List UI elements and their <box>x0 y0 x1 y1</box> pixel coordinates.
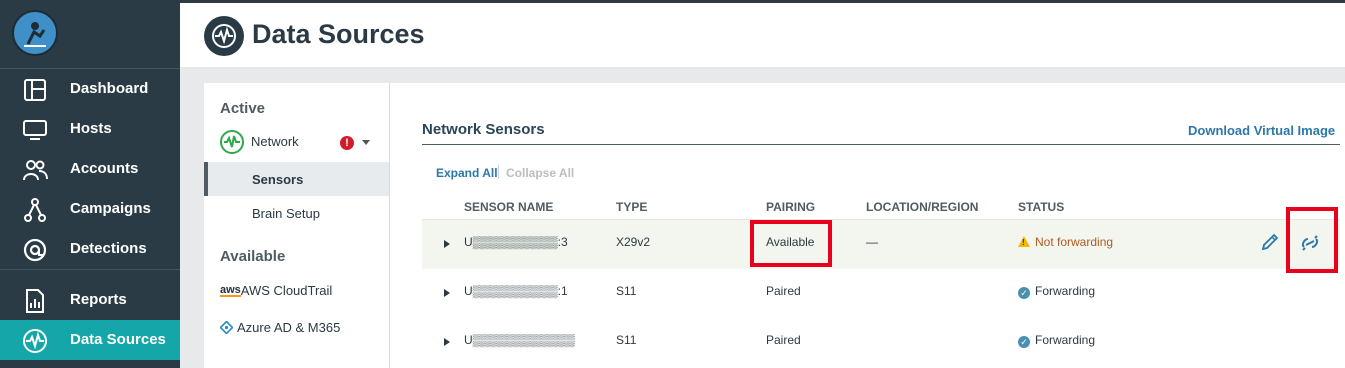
table-row[interactable]: U▒▒▒▒▒▒▒▒▒▒:3 X29v2 Available — ! Not for… <box>422 219 1340 269</box>
sidebar-item-hosts[interactable]: Hosts <box>0 109 180 149</box>
sidebar-item-label: Dashboard <box>70 80 149 97</box>
users-icon <box>23 160 48 181</box>
table-row[interactable]: U▒▒▒▒▒▒▒▒▒▒▒▒ S11 Paired ✓ Forwarding <box>422 318 1340 367</box>
sidebar-item-data-sources[interactable]: Data Sources <box>0 320 180 360</box>
alert-icon: ! <box>340 136 354 150</box>
status-text: Forwarding <box>1035 284 1096 298</box>
pulse-icon <box>204 16 244 56</box>
sidebar-item-label: Accounts <box>70 160 139 177</box>
sidebar-item-detections[interactable]: Detections <box>0 229 180 269</box>
available-item-label: Azure AD & M365 <box>237 320 341 335</box>
sensor-name: U▒▒▒▒▒▒▒▒▒▒▒▒ <box>464 333 575 347</box>
azure-icon <box>219 320 234 335</box>
expand-row-icon[interactable] <box>444 240 450 248</box>
available-item-azure[interactable]: Azure AD & M365 <box>219 320 341 340</box>
network-label: Network <box>251 134 299 149</box>
sidebar-item-label: Campaigns <box>70 200 151 217</box>
edit-pencil-icon[interactable] <box>1260 232 1280 252</box>
active-section-title: Active <box>220 100 266 117</box>
pairing-highlight-box <box>750 220 832 267</box>
status-text: Not forwarding <box>1035 235 1114 249</box>
table-row[interactable]: U▒▒▒▒▒▒▒▒▒▒:1 S11 Paired ✓ Forwarding <box>422 269 1340 318</box>
link-separator <box>498 165 499 179</box>
sidebar: Dashboard Hosts Accounts Campaigns Detec… <box>0 0 180 368</box>
sidebar-divider <box>0 269 180 270</box>
collapse-all-link: Collapse All <box>506 166 575 180</box>
status-value: ✓ Forwarding <box>1018 333 1095 348</box>
sensor-type: S11 <box>616 333 637 347</box>
expand-row-icon[interactable] <box>444 338 450 346</box>
check-circle-icon: ✓ <box>1018 287 1030 299</box>
network-item[interactable]: Network ! <box>204 123 389 161</box>
expand-row-icon[interactable] <box>444 289 450 297</box>
page-header: Data Sources <box>180 3 1345 67</box>
warning-icon: ! <box>1018 236 1030 247</box>
column-header-sensor-name[interactable]: SENSOR NAME <box>464 200 553 214</box>
available-item-label: AWS CloudTrail <box>240 283 333 298</box>
sidebar-item-label: Reports <box>70 291 127 308</box>
sidebar-item-label: Detections <box>70 240 147 257</box>
sensor-name: U▒▒▒▒▒▒▒▒▒▒:1 <box>464 284 568 298</box>
check-circle-icon: ✓ <box>1018 336 1030 348</box>
expand-all-link[interactable]: Expand All <box>436 166 498 180</box>
section-divider <box>422 144 1340 145</box>
app-logo[interactable] <box>12 10 58 56</box>
pair-button-highlight-box <box>1286 207 1338 273</box>
column-header-status[interactable]: STATUS <box>1018 200 1064 214</box>
status-value: ! Not forwarding <box>1018 235 1113 249</box>
column-header-location-region[interactable]: LOCATION/REGION <box>866 200 978 214</box>
subnav-item-sensors[interactable]: Sensors <box>204 162 389 196</box>
data-sources-subnav: Active Network ! Sensors Brain Setup Ava… <box>204 83 390 368</box>
status-text: Forwarding <box>1035 333 1096 347</box>
sensor-type: X29v2 <box>616 235 651 249</box>
sidebar-item-campaigns[interactable]: Campaigns <box>0 189 180 229</box>
network-pulse-icon <box>220 130 244 154</box>
detections-icon <box>23 238 47 262</box>
network-sensors-panel: Network Sensors Download Virtual Image E… <box>390 83 1345 368</box>
location-value: — <box>866 235 878 249</box>
available-item-aws-cloudtrail[interactable]: awsAWS CloudTrail <box>220 283 332 303</box>
sidebar-item-accounts[interactable]: Accounts <box>0 149 180 189</box>
logo-area <box>0 0 180 69</box>
chevron-down-icon[interactable] <box>362 140 370 145</box>
monitor-icon <box>23 120 47 140</box>
pairing-value: Paired <box>766 333 801 347</box>
column-header-pairing[interactable]: PAIRING <box>766 200 815 214</box>
sensor-type: S11 <box>616 284 637 298</box>
pairing-value: Paired <box>766 284 801 298</box>
sidebar-item-dashboard[interactable]: Dashboard <box>0 69 180 109</box>
subnav-item-label: Sensors <box>252 172 304 187</box>
download-virtual-image-link[interactable]: Download Virtual Image <box>1188 123 1335 138</box>
available-section-title: Available <box>220 248 286 265</box>
sensor-name: U▒▒▒▒▒▒▒▒▒▒:3 <box>464 235 568 249</box>
campaigns-icon <box>24 198 46 222</box>
subnav-item-label: Brain Setup <box>252 206 320 221</box>
section-title: Network Sensors <box>422 121 545 138</box>
status-value: ✓ Forwarding <box>1018 284 1095 299</box>
subnav-item-brain-setup[interactable]: Brain Setup <box>204 196 389 230</box>
pulse-icon <box>23 329 47 353</box>
page-title: Data Sources <box>252 19 425 49</box>
column-header-type[interactable]: TYPE <box>616 200 647 214</box>
aws-logo-icon: aws <box>220 284 241 297</box>
dashboard-icon <box>24 79 46 101</box>
sidebar-item-reports[interactable]: Reports <box>0 280 180 320</box>
sidebar-item-label: Data Sources <box>70 331 166 348</box>
sidebar-item-label: Hosts <box>70 120 112 137</box>
reports-icon <box>26 289 44 313</box>
